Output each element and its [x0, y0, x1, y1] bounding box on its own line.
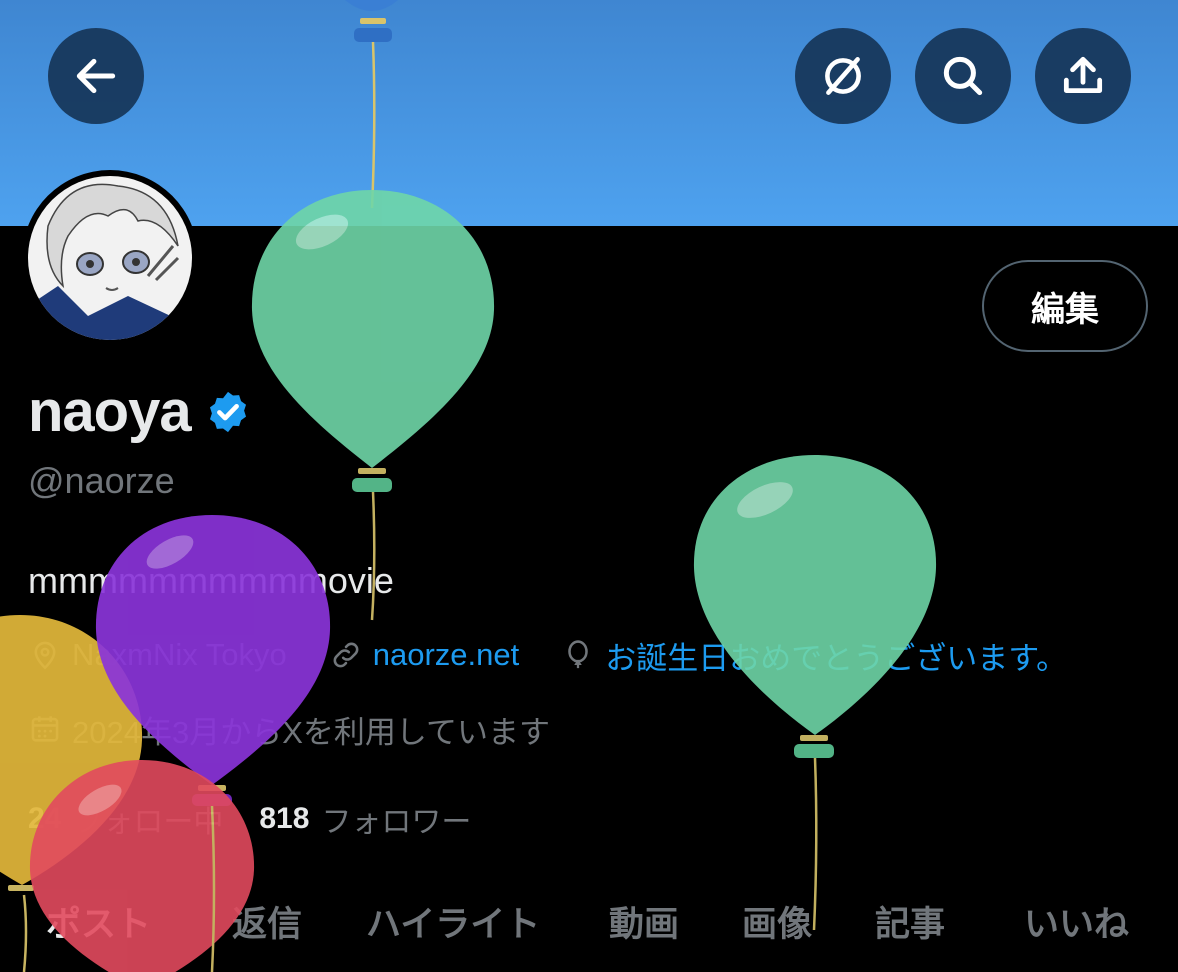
share-icon — [1063, 56, 1103, 93]
tab-videos[interactable]: 動画 — [609, 896, 679, 947]
bio: mmmmmmmmmmovie — [28, 560, 394, 601]
profile-banner[interactable] — [0, 0, 1178, 226]
balloon-green-right — [693, 455, 937, 931]
tab-replies[interactable]: 返信 — [232, 896, 302, 947]
avatar-illustration — [28, 176, 192, 340]
search-button[interactable] — [915, 28, 1011, 124]
search-icon — [943, 56, 983, 96]
avatar[interactable] — [28, 176, 192, 340]
birthday-item[interactable]: お誕生日おめでとうございます。 — [561, 633, 1067, 678]
balloon-green-large — [251, 190, 495, 621]
name-row: naoya — [28, 378, 251, 445]
avatar-frame[interactable] — [22, 170, 198, 346]
arrow-left-icon — [76, 58, 116, 94]
location-item: NaxmNix Tokyo — [28, 637, 287, 673]
link-icon — [333, 642, 359, 668]
birthday-text[interactable]: お誕生日おめでとうございます。 — [605, 633, 1067, 678]
share-button[interactable] — [1035, 28, 1131, 124]
follow-stats: 24 フォロー中 818 フォロワー — [28, 796, 507, 842]
location-text: NaxmNix Tokyo — [72, 637, 287, 672]
followers-count: 818 — [259, 802, 310, 835]
followers-link[interactable]: 818 フォロワー — [259, 797, 471, 841]
calendar-icon — [31, 716, 59, 742]
tab-highlights[interactable]: ハイライト — [366, 896, 540, 947]
slash-circle-icon — [825, 57, 861, 95]
display-name: naoya — [28, 379, 192, 444]
profile-meta-row: NaxmNix Tokyo naorze.net お誕生日おめでとうございます。 — [28, 632, 1109, 678]
following-count: 24 — [28, 802, 62, 835]
following-link[interactable]: 24 フォロー中 — [28, 797, 223, 841]
tab-photos[interactable]: 画像 — [742, 896, 812, 947]
website-link[interactable]: naorze.net — [373, 637, 520, 673]
following-label: フォロー中 — [73, 806, 224, 839]
tab-likes[interactable]: いいね — [1024, 896, 1129, 947]
joined-text: 2024年3月からXを利用しています — [72, 714, 550, 750]
tab-posts[interactable]: ポスト — [46, 896, 151, 947]
joined-date: 2024年3月からXを利用しています — [28, 706, 550, 752]
verified-badge-icon[interactable] — [205, 389, 251, 435]
grok-button[interactable] — [795, 28, 891, 124]
tab-articles[interactable]: 記事 — [875, 896, 945, 947]
back-button[interactable] — [48, 28, 144, 124]
location-pin-icon — [34, 641, 56, 670]
followers-label: フォロワー — [321, 806, 472, 839]
balloon-icon — [568, 640, 589, 669]
handle: @naorze — [28, 460, 175, 501]
website-item[interactable]: naorze.net — [329, 637, 520, 673]
edit-profile-button[interactable]: 編集 — [982, 260, 1148, 352]
profile-tabs: ポスト 返信 ハイライト 動画 画像 記事 いいね — [0, 896, 1178, 956]
